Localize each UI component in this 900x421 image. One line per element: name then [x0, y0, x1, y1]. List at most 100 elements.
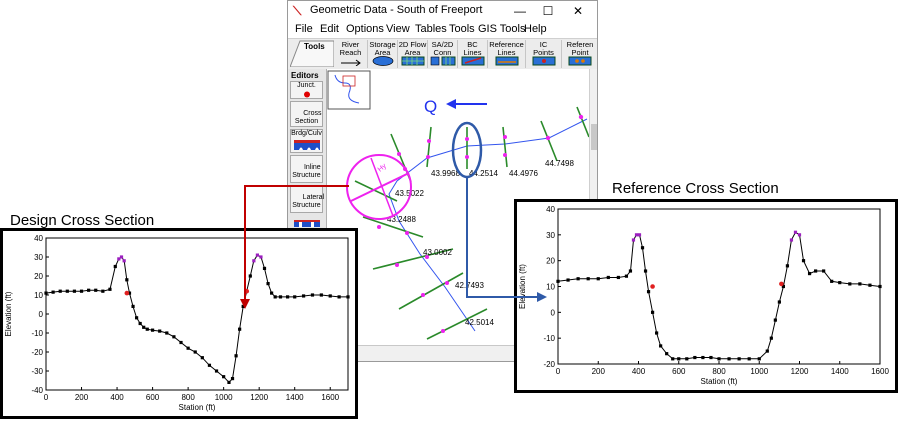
station-label: 44.2514	[469, 169, 498, 178]
river-reach-button[interactable]: River Reach	[334, 40, 368, 68]
profile-point	[94, 288, 98, 292]
reference-caption: Reference Cross Section	[612, 180, 779, 197]
x-tick-label: 0	[44, 393, 49, 402]
profile-point	[868, 283, 872, 287]
profile-point	[252, 259, 256, 263]
profile-point	[596, 277, 600, 281]
profile-point	[230, 377, 235, 381]
vertical-scroll-thumb[interactable]	[591, 124, 597, 150]
reference-lines-label: Reference Lines	[489, 40, 524, 57]
storage-area-button[interactable]: Storage Area	[368, 40, 398, 68]
profile-line	[557, 231, 881, 360]
x-axis-label: Station (ft)	[179, 403, 216, 412]
profile-point	[616, 275, 620, 280]
station-label: 42.5014	[465, 318, 494, 327]
sa-2d-conn-button[interactable]: SA/2D Conn	[428, 40, 458, 68]
reference-points-button[interactable]: Referen Point	[562, 40, 597, 68]
y-tick-label: -10	[31, 329, 43, 338]
profile-point	[701, 355, 705, 360]
profile-point	[58, 289, 62, 293]
close-button[interactable]: ✕	[564, 2, 592, 20]
x-tick-label: 1200	[791, 367, 809, 376]
menu-file[interactable]: File	[295, 23, 313, 35]
inline-structure-button[interactable]: Inline Structure	[290, 155, 323, 197]
profile-point	[248, 274, 252, 278]
station-label: 42.7493	[455, 281, 484, 290]
menu-view[interactable]: View	[386, 23, 410, 35]
profile-point	[186, 346, 190, 350]
profile-point	[628, 269, 633, 273]
profile-point	[44, 291, 48, 295]
ic-points-button[interactable]: IC Points	[526, 40, 562, 68]
profile-point	[227, 380, 231, 384]
cross-section-button[interactable]: Cross Section	[290, 101, 323, 141]
title-bar[interactable]: ⟍ Geometric Data - South of Freeport — ☐…	[288, 1, 597, 21]
plot-frame	[45, 237, 349, 391]
profile-point	[301, 294, 306, 298]
profile-point	[717, 357, 721, 361]
profile-point	[172, 335, 176, 339]
profile-point	[659, 344, 663, 348]
y-axis-label: Elevation (ft)	[518, 264, 527, 309]
profile-point	[119, 255, 124, 259]
tools-tab[interactable]: Tools	[290, 39, 334, 67]
sa-2d-conn-icon	[430, 56, 455, 66]
menu-gis-tools[interactable]: GIS Tools	[478, 23, 526, 35]
toolbar: Tools River Reach Storage Area 2D Flow A…	[288, 38, 597, 70]
y-tick-label: -40	[31, 386, 43, 395]
menu-help[interactable]: Help	[524, 23, 547, 35]
x-tick-label: 400	[632, 367, 646, 376]
overview-map[interactable]	[327, 70, 371, 110]
x-tick-label: 800	[712, 367, 726, 376]
river-reach-icon	[340, 59, 361, 66]
profile-point	[650, 310, 655, 314]
profile-point	[241, 304, 245, 308]
y-tick-label: 40	[546, 205, 555, 214]
profile-point	[319, 293, 323, 297]
profile-point	[222, 375, 226, 379]
profile-point	[150, 328, 155, 332]
y-tick-label: 30	[34, 253, 43, 262]
menu-edit[interactable]: Edit	[320, 23, 339, 35]
station-label: 43.9968	[431, 169, 460, 178]
lateral-structure-icon	[293, 220, 320, 227]
lateral-structure-button[interactable]: Lateral Structure	[290, 185, 325, 227]
profile-point	[255, 253, 259, 257]
menu-tables[interactable]: Tables	[415, 23, 447, 35]
profile-point	[807, 271, 812, 276]
profile-point	[65, 289, 69, 293]
bridge-culvert-button[interactable]: Brdg/Culv	[290, 129, 323, 153]
hec-ras-app-icon: ⟍	[293, 4, 302, 18]
2d-flow-area-button[interactable]: 2D Flow Area	[398, 40, 428, 68]
ic-points-label: IC Points	[533, 40, 554, 57]
profile-point	[79, 289, 84, 293]
x-tick-label: 600	[146, 393, 160, 402]
bc-lines-icon	[461, 56, 484, 66]
x-axis-label: Station (ft)	[701, 377, 738, 386]
profile-point	[346, 295, 350, 299]
profile-point	[310, 293, 315, 297]
profile-point	[727, 357, 731, 361]
bc-lines-button[interactable]: BC Lines	[458, 40, 488, 68]
menu-tools[interactable]: Tools	[449, 23, 475, 35]
profile-point	[822, 269, 826, 273]
menu-options[interactable]: Options	[346, 23, 384, 35]
profile-point	[586, 277, 590, 281]
ic-points-icon	[532, 56, 555, 66]
profile-point	[773, 318, 777, 322]
junction-button[interactable]: Junct.	[290, 81, 323, 99]
junction-icon	[303, 91, 310, 98]
minimize-button[interactable]: —	[506, 2, 534, 20]
reference-lines-button[interactable]: Reference Lines	[488, 40, 526, 68]
profile-point	[273, 295, 277, 299]
2d-flow-area-label: 2D Flow Area	[398, 40, 427, 57]
profile-point	[769, 336, 773, 340]
profile-point	[158, 329, 162, 333]
bank-station-point	[650, 284, 655, 289]
plot-frame	[557, 208, 881, 365]
x-tick-label: 400	[110, 393, 124, 402]
maximize-button[interactable]: ☐	[534, 2, 562, 20]
lateral-structure-label: Lateral Structure	[292, 194, 325, 209]
profile-point	[777, 300, 781, 304]
profile-point	[814, 269, 818, 273]
